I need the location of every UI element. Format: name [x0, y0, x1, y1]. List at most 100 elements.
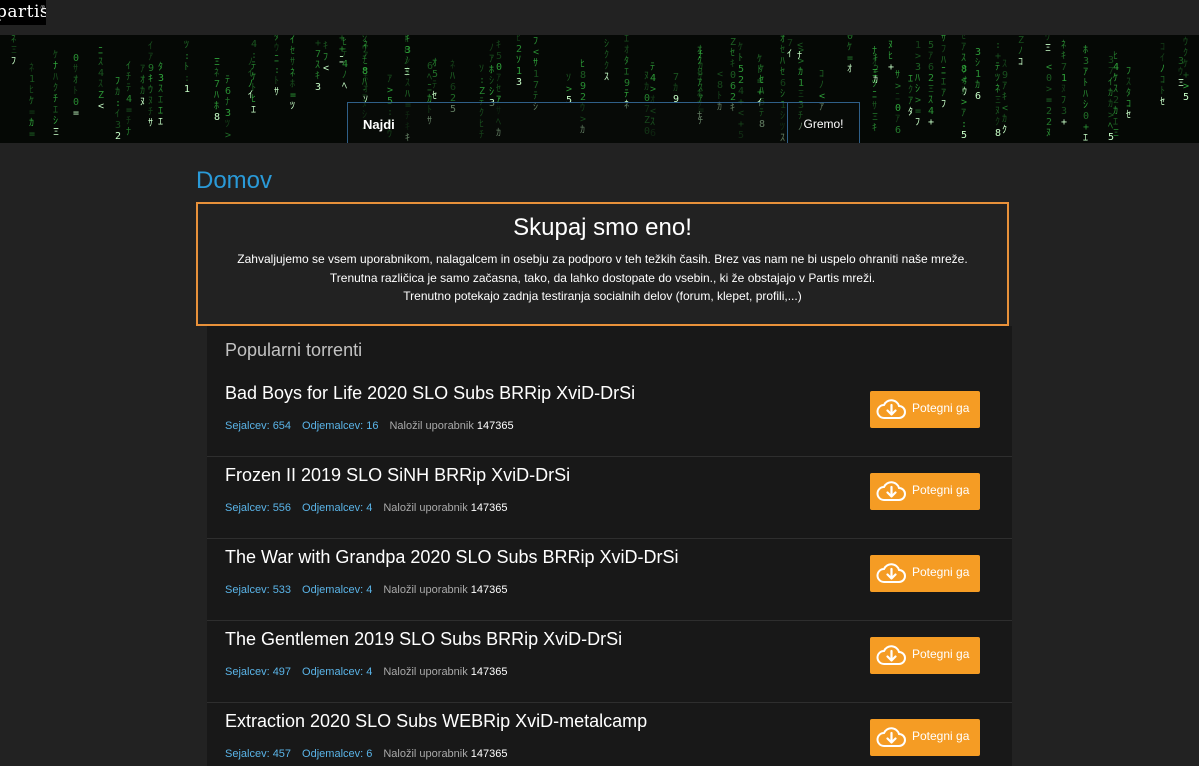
matrix-glyph: ﾌ — [11, 56, 16, 67]
matrix-glyph: 4 — [126, 94, 132, 105]
seeders-count[interactable]: Sejalcev: 457 — [225, 748, 291, 760]
uploader-label: Naložil uporabnik — [389, 420, 474, 432]
torrent-title[interactable]: Bad Boys for Life 2020 SLO Subs BRRip Xv… — [225, 383, 635, 404]
matrix-glyph: ﾋ — [888, 50, 893, 62]
matrix-glyph: ｸ — [1183, 47, 1188, 59]
matrix-glyph: 3 — [516, 77, 522, 88]
matrix-glyph: ﾀ — [274, 35, 279, 43]
matrix-glyph: ﾃ — [432, 80, 437, 91]
matrix-glyph: 0 — [895, 103, 901, 114]
matrix-glyph: ﾃ — [624, 89, 629, 100]
uploader-name[interactable]: 147365 — [471, 666, 508, 678]
matrix-glyph: ｱ — [1002, 81, 1007, 92]
download-button[interactable]: Potegni ga — [870, 391, 980, 428]
matrix-glyph: > — [225, 130, 231, 141]
cloud-download-icon — [876, 645, 906, 665]
uploader-name[interactable]: 147365 — [471, 748, 508, 760]
matrix-glyph: 2 — [1113, 95, 1119, 106]
matrix-glyph: 1 — [533, 69, 539, 80]
announcement-box: Skupaj smo eno! Zahvaljujemo se vsem upo… — [196, 202, 1009, 326]
leechers-count[interactable]: Odjemalcev: 16 — [302, 420, 378, 432]
matrix-glyph: ﾈ — [995, 83, 1000, 95]
matrix-glyph: : — [184, 73, 190, 84]
matrix-glyph: + — [1183, 70, 1189, 81]
uploader-label: Naložil uporabnik — [383, 666, 468, 678]
torrent-title[interactable]: Extraction 2020 SLO Subs WEBRip XviD-met… — [225, 711, 647, 732]
matrix-glyph: ｶ — [673, 82, 678, 94]
matrix-glyph: ｺ — [1160, 75, 1165, 86]
matrix-glyph: 3 — [225, 108, 231, 119]
uploader-name[interactable]: 147365 — [477, 420, 514, 432]
matrix-glyph: 2 — [1046, 117, 1052, 128]
uploader-name[interactable]: 147365 — [471, 584, 508, 596]
matrix-glyph: 0 — [73, 53, 79, 64]
leechers-count[interactable]: Odjemalcev: 6 — [302, 748, 372, 760]
matrix-glyph: ﾉ — [342, 70, 347, 81]
matrix-glyph: ﾃ — [650, 62, 655, 73]
matrix-glyph: ｳ — [1045, 35, 1050, 43]
matrix-glyph: ｹ — [738, 41, 743, 53]
matrix-glyph: ｼ — [915, 84, 920, 95]
matrix-glyph: ｴ — [908, 74, 913, 85]
download-button[interactable]: Potegni ga — [870, 555, 980, 592]
matrix-glyph: < — [1046, 62, 1052, 73]
matrix-glyph: + — [339, 44, 345, 55]
leechers-count[interactable]: Odjemalcev: 4 — [302, 666, 372, 678]
torrent-row: Bad Boys for Life 2020 SLO Subs BRRip Xv… — [207, 374, 1012, 457]
matrix-glyph: ﾌ — [1061, 95, 1066, 106]
matrix-glyph: < — [1002, 103, 1008, 114]
announcement-heading: Skupaj smo eno! — [513, 214, 692, 241]
torrent-title[interactable]: Frozen II 2019 SLO SiNH BRRip XviD-DrSi — [225, 465, 570, 486]
matrix-glyph: > — [961, 97, 967, 108]
announcement-line: Trenutna različica je samo začasna, tako… — [329, 270, 876, 285]
matrix-glyph: ｵ — [73, 74, 78, 86]
matrix-glyph: 3 — [158, 73, 164, 84]
seeders-count[interactable]: Sejalcev: 497 — [225, 666, 291, 678]
matrix-glyph: ｹ — [698, 71, 703, 83]
matrix-glyph: ﾆ — [98, 46, 103, 57]
seeders-count[interactable]: Sejalcev: 654 — [225, 420, 291, 432]
matrix-glyph: ｾ — [290, 45, 295, 57]
matrix-glyph: 5 — [961, 130, 967, 141]
seeders-count[interactable]: Sejalcev: 556 — [225, 502, 291, 514]
download-button[interactable]: Potegni ga — [870, 719, 980, 756]
matrix-glyph: ｾ — [730, 47, 735, 59]
search-button[interactable]: Gremo! — [787, 103, 859, 143]
download-label: Potegni ga — [912, 565, 970, 579]
matrix-glyph: 1 — [798, 78, 804, 89]
matrix-glyph: Ξ — [214, 57, 220, 68]
matrix-glyph: ﾇ — [995, 106, 1000, 117]
matrix-glyph: ｱ — [941, 88, 946, 99]
matrix-glyph: + — [995, 51, 1001, 62]
torrent-title[interactable]: The War with Grandpa 2020 SLO Subs BRRip… — [225, 547, 679, 568]
leechers-count[interactable]: Odjemalcev: 4 — [302, 502, 372, 514]
download-button[interactable]: Potegni ga — [870, 473, 980, 510]
matrix-glyph: 6 — [895, 125, 901, 136]
matrix-glyph: 5 — [928, 40, 934, 51]
matrix-glyph: ﾂ — [872, 79, 877, 90]
matrix-glyph: ﾈ — [450, 59, 455, 71]
matrix-glyph: 5 — [496, 51, 502, 62]
seeders-count[interactable]: Sejalcev: 533 — [225, 584, 291, 596]
matrix-glyph: ﾌ — [941, 99, 946, 110]
torrent-title[interactable]: The Gentlemen 2019 SLO Subs BRRip XviD-D… — [225, 629, 622, 650]
matrix-glyph: ﾄ — [717, 91, 722, 102]
download-button[interactable]: Potegni ga — [870, 637, 980, 674]
matrix-glyph: ﾇ — [961, 86, 966, 97]
matrix-glyph: ﾄ — [1083, 78, 1088, 89]
matrix-glyph: : — [274, 65, 280, 76]
matrix-glyph: > — [1046, 84, 1052, 95]
matrix-glyph: ﾊ — [780, 56, 785, 67]
download-label: Potegni ga — [912, 401, 970, 415]
matrix-glyph: : — [479, 75, 485, 86]
matrix-glyph: ﾃ — [251, 61, 256, 72]
matrix-glyph: ﾉ — [1160, 64, 1165, 75]
site-logo[interactable]: partis ® — [0, 0, 46, 25]
leechers-count[interactable]: Odjemalcev: 4 — [302, 584, 372, 596]
matrix-glyph: ｸ — [995, 116, 1000, 128]
matrix-glyph: 5 — [1183, 92, 1189, 103]
matrix-glyph: 1 — [975, 69, 981, 80]
search-input[interactable] — [348, 103, 787, 143]
uploader-name[interactable]: 147365 — [471, 502, 508, 514]
matrix-glyph: ﾅ — [53, 60, 58, 72]
